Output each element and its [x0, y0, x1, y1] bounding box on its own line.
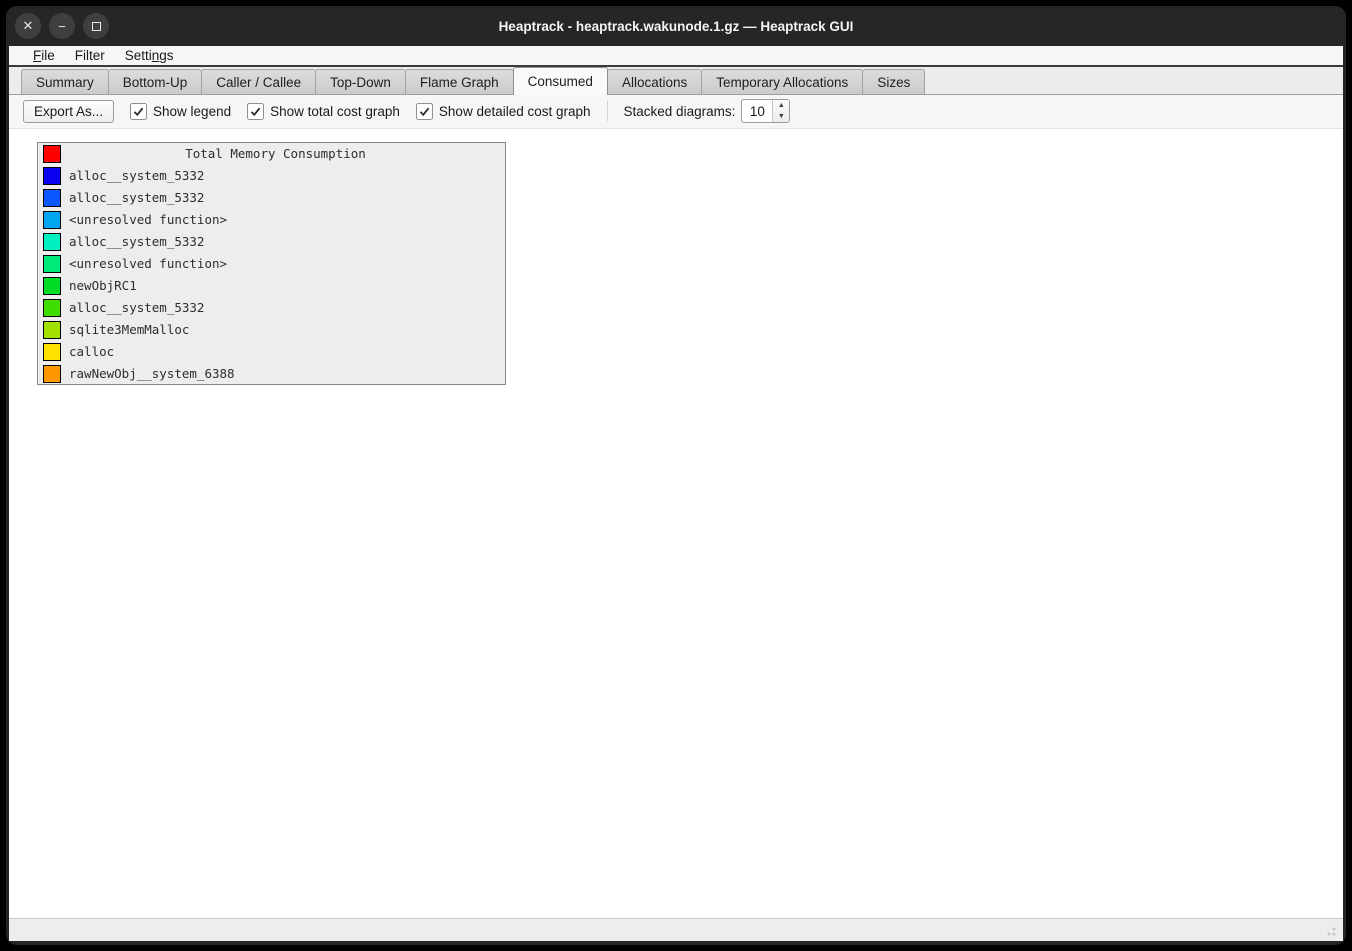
checkbox-label: Show detailed cost graph: [439, 104, 591, 119]
legend-swatch-icon: [43, 343, 61, 361]
legend-row: <unresolved function>: [38, 209, 505, 231]
checkbox-box[interactable]: [130, 103, 147, 120]
stacked-diagrams-value[interactable]: 10: [742, 100, 772, 122]
checkbox-label: Show total cost graph: [270, 104, 400, 119]
menu-item-file[interactable]: File: [23, 46, 65, 65]
legend-swatch-icon: [43, 365, 61, 383]
checkbox-show-total-cost-graph[interactable]: Show total cost graph: [247, 103, 400, 120]
export-as-button[interactable]: Export As...: [23, 100, 114, 123]
checkbox-show-detailed-cost-graph[interactable]: Show detailed cost graph: [416, 103, 591, 120]
legend-swatch-icon: [43, 299, 61, 317]
toolbar-separator: [607, 101, 608, 121]
legend-swatch-icon: [43, 211, 61, 229]
checkbox-box[interactable]: [416, 103, 433, 120]
legend-swatch-icon: [43, 167, 61, 185]
tab-bottom-up[interactable]: Bottom-Up: [108, 69, 203, 94]
tab-top-down[interactable]: Top-Down: [315, 69, 406, 94]
legend-row: alloc__system_5332: [38, 187, 505, 209]
checkbox-box[interactable]: [247, 103, 264, 120]
tab-temporary-allocations[interactable]: Temporary Allocations: [701, 69, 863, 94]
legend-swatch-icon: [43, 255, 61, 273]
legend-swatch-icon: [43, 321, 61, 339]
stacked-diagrams-spinner[interactable]: 10 ▲ ▼: [741, 99, 790, 123]
legend-row: rawNewObj__system_6388: [38, 363, 505, 385]
legend-label: alloc__system_5332: [69, 300, 204, 315]
legend-swatch-icon: [43, 233, 61, 251]
legend-label: alloc__system_5332: [69, 234, 204, 249]
tab-sizes[interactable]: Sizes: [862, 69, 925, 94]
legend-label: alloc__system_5332: [69, 190, 204, 205]
legend-swatch-icon: [43, 189, 61, 207]
spinner-up-icon[interactable]: ▲: [773, 100, 789, 111]
tab-allocations[interactable]: Allocations: [607, 69, 702, 94]
title-bar[interactable]: ✕ − Heaptrack - heaptrack.wakunode.1.gz …: [6, 6, 1346, 46]
legend-label: newObjRC1: [69, 278, 137, 293]
tab-bar: SummaryBottom-UpCaller / CalleeTop-DownF…: [9, 67, 1343, 95]
legend-row: newObjRC1: [38, 275, 505, 297]
legend-row: calloc: [38, 341, 505, 363]
legend-row: alloc__system_5332: [38, 165, 505, 187]
spinner-down-icon[interactable]: ▼: [773, 111, 789, 122]
legend-row: alloc__system_5332: [38, 297, 505, 319]
legend-row: alloc__system_5332: [38, 231, 505, 253]
stacked-diagrams-label: Stacked diagrams:: [624, 104, 736, 119]
tab-caller-callee[interactable]: Caller / Callee: [201, 69, 316, 94]
toolbar: Export As... Show legend Show total cost …: [9, 95, 1343, 129]
legend-label: <unresolved function>: [69, 212, 227, 227]
status-bar: [9, 918, 1343, 941]
tab-flame-graph[interactable]: Flame Graph: [405, 69, 514, 94]
legend-row: <unresolved function>: [38, 253, 505, 275]
legend-swatch-icon: [43, 277, 61, 295]
chart-area: Total Memory Consumption alloc__system_53…: [9, 129, 1343, 918]
legend-label: calloc: [69, 344, 114, 359]
legend-row: sqlite3MemMalloc: [38, 319, 505, 341]
legend-label: rawNewObj__system_6388: [69, 366, 235, 381]
legend-label: sqlite3MemMalloc: [69, 322, 189, 337]
menu-item-filter[interactable]: Filter: [65, 46, 115, 65]
app-window: ✕ − Heaptrack - heaptrack.wakunode.1.gz …: [6, 6, 1346, 945]
menu-bar: FileFilterSettings: [9, 46, 1343, 67]
legend-label: <unresolved function>: [69, 256, 227, 271]
chart-legend: Total Memory Consumption alloc__system_53…: [37, 142, 506, 385]
legend-row: Total Memory Consumption: [38, 143, 505, 165]
menu-item-settings[interactable]: Settings: [115, 46, 184, 65]
legend-label: alloc__system_5332: [69, 168, 204, 183]
checkbox-label: Show legend: [153, 104, 231, 119]
resize-grip-icon[interactable]: [1323, 923, 1337, 937]
checkbox-show-legend[interactable]: Show legend: [130, 103, 231, 120]
tab-consumed[interactable]: Consumed: [513, 67, 608, 95]
tab-summary[interactable]: Summary: [21, 69, 109, 94]
window-title: Heaptrack - heaptrack.wakunode.1.gz — He…: [6, 6, 1346, 46]
legend-label: Total Memory Consumption: [46, 146, 505, 161]
